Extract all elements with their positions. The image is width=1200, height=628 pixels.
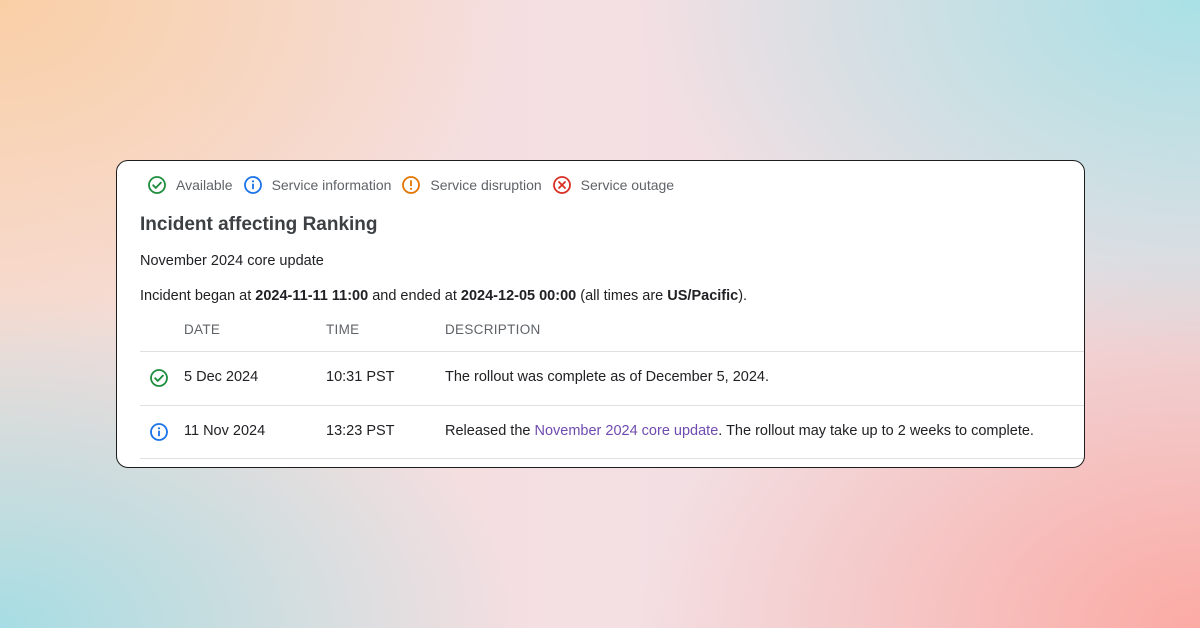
column-header-date: DATE [184,322,221,337]
summary-middle: and ended at [368,288,461,304]
row-time: 13:23 PST [326,423,395,439]
row-description: The rollout was complete as of December … [445,369,769,385]
timezone: US/Pacific [667,288,739,304]
core-update-link[interactable]: November 2024 core update [534,423,718,439]
legend-available: Available [147,175,233,195]
x-circle-icon [552,175,572,195]
table-header: DATE TIME DESCRIPTION [140,317,1084,351]
row-date: 5 Dec 2024 [184,369,259,385]
legend-label: Service disruption [430,177,542,193]
legend-service-outage: Service outage [552,175,674,195]
incident-summary: Incident began at 2024-11-11 11:00 and e… [140,288,747,304]
legend-label: Available [176,177,233,193]
incident-title: Incident affecting Ranking [140,214,378,235]
row-time: 10:31 PST [326,369,395,385]
info-circle-icon [243,175,263,195]
check-circle-icon [147,175,167,195]
row-date: 11 Nov 2024 [184,423,266,439]
summary-suffix: ). [738,288,748,304]
legend-service-disruption: Service disruption [401,175,542,195]
incident-card: Available Service information Service di… [116,160,1085,468]
column-header-description: DESCRIPTION [445,322,541,337]
table-row: 5 Dec 2024 10:31 PST The rollout was com… [140,351,1084,405]
legend-label: Service outage [580,177,675,193]
status-legend: Available Service information Service di… [147,175,684,195]
legend-label: Service information [271,177,392,193]
warning-circle-icon [401,175,421,195]
row-description: Released the November 2024 core update. … [445,423,1034,439]
info-circle-icon [149,422,169,442]
summary-tz-prefix: (all times are [576,288,668,304]
check-circle-icon [149,368,169,388]
description-text-after: . The rollout may take up to 2 weeks to … [718,423,1034,439]
incident-subtitle: November 2024 core update [140,253,324,269]
legend-service-information: Service information [243,175,392,195]
summary-prefix: Incident began at [140,288,256,304]
incident-start-time: 2024-11-11 11:00 [255,288,369,304]
description-text-before: Released the [445,423,535,439]
incident-end-time: 2024-12-05 00:00 [460,288,577,304]
column-header-time: TIME [326,322,360,337]
incident-updates-table: DATE TIME DESCRIPTION 5 Dec 2024 10:31 P… [140,317,1084,459]
table-row: 11 Nov 2024 13:23 PST Released the Novem… [140,405,1084,459]
